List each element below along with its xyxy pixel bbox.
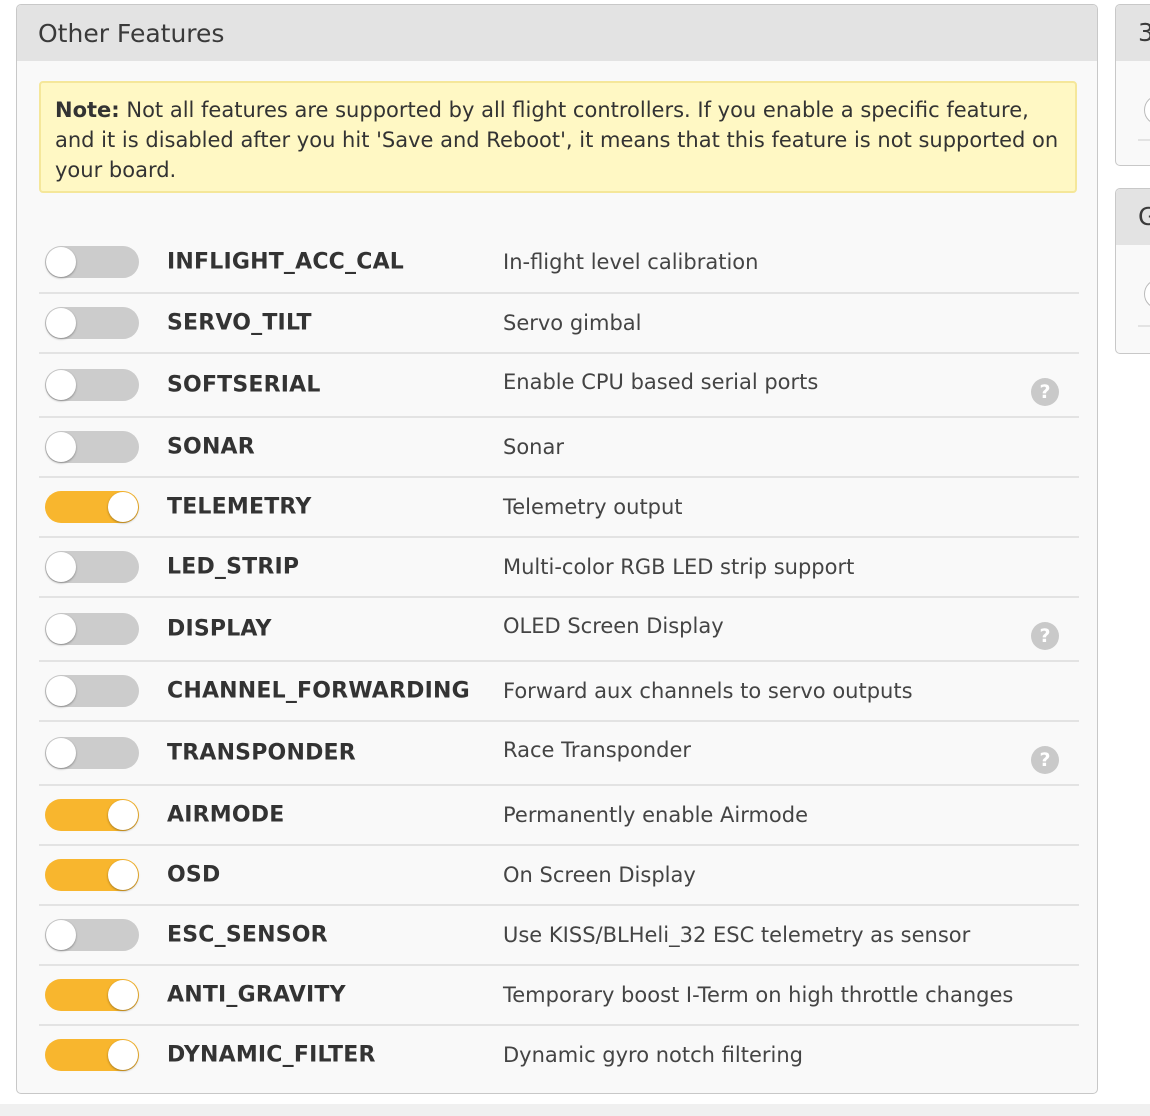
feature-name: INFLIGHT_ACC_CAL <box>167 249 405 275</box>
feature-toggle[interactable] <box>45 919 139 951</box>
feature-name: SERVO_TILT <box>167 310 312 336</box>
feature-description: Permanently enable Airmode <box>503 803 809 827</box>
feature-description: Telemetry output <box>503 495 683 519</box>
side-panel-title: G <box>1116 189 1150 245</box>
feature-toggle[interactable] <box>45 613 139 645</box>
feature-toggle[interactable] <box>45 859 139 891</box>
feature-row: ANTI_GRAVITY Temporary boost I-Term on h… <box>39 964 1079 1024</box>
feature-toggle[interactable] <box>45 737 139 769</box>
feature-row: TRANSPONDER Race Transponder ? <box>39 720 1079 784</box>
feature-name: LED_STRIP <box>167 554 300 580</box>
note-text: Not all features are supported by all fl… <box>55 98 1059 182</box>
help-icon[interactable]: ? <box>1031 378 1059 406</box>
toggle-knob <box>46 247 76 277</box>
toggle-knob <box>46 370 76 400</box>
side-toggle[interactable] <box>1144 95 1150 125</box>
help-icon[interactable]: ? <box>1031 746 1059 774</box>
feature-toggle[interactable] <box>45 979 139 1011</box>
divider <box>1138 325 1150 327</box>
feature-row: DISPLAY OLED Screen Display ? <box>39 596 1079 660</box>
feature-name: TELEMETRY <box>167 494 312 520</box>
feature-description: Dynamic gyro notch filtering <box>503 1043 803 1067</box>
feature-description: On Screen Display <box>503 863 696 887</box>
feature-row: OSD On Screen Display <box>39 844 1079 904</box>
feature-row: TELEMETRY Telemetry output <box>39 476 1079 536</box>
toggle-knob <box>46 614 76 644</box>
feature-description: Temporary boost I-Term on high throttle … <box>503 983 1014 1007</box>
feature-name: OSD <box>167 862 221 888</box>
feature-row: AIRMODE Permanently enable Airmode <box>39 784 1079 844</box>
feature-description: Race Transponder <box>503 738 692 762</box>
feature-description: Forward aux channels to servo outputs <box>503 679 913 703</box>
toggle-knob <box>46 738 76 768</box>
feature-row: ESC_SENSOR Use KISS/BLHeli_32 ESC teleme… <box>39 904 1079 964</box>
feature-description: Sonar <box>503 435 564 459</box>
side-panel-top: 3 <box>1115 4 1150 166</box>
toggle-knob <box>108 860 138 890</box>
feature-toggle[interactable] <box>45 551 139 583</box>
help-icon[interactable]: ? <box>1031 622 1059 650</box>
toggle-knob <box>46 432 76 462</box>
feature-name: SONAR <box>167 434 255 460</box>
feature-toggle[interactable] <box>45 491 139 523</box>
bottom-strip <box>0 1104 1150 1116</box>
feature-description: Servo gimbal <box>503 311 642 335</box>
note-label: Note: <box>55 98 120 122</box>
note-box: Note: Not all features are supported by … <box>39 81 1077 193</box>
side-panel-title: 3 <box>1116 5 1150 61</box>
feature-name: DYNAMIC_FILTER <box>167 1042 376 1068</box>
feature-description: Multi-color RGB LED strip support <box>503 555 855 579</box>
feature-toggle[interactable] <box>45 369 139 401</box>
toggle-knob <box>46 308 76 338</box>
feature-description: OLED Screen Display <box>503 614 724 638</box>
toggle-knob <box>108 800 138 830</box>
feature-description: In-flight level calibration <box>503 250 759 274</box>
feature-row: LED_STRIP Multi-color RGB LED strip supp… <box>39 536 1079 596</box>
feature-toggle[interactable] <box>45 431 139 463</box>
feature-description: Use KISS/BLHeli_32 ESC telemetry as sens… <box>503 923 971 947</box>
feature-toggle[interactable] <box>45 799 139 831</box>
feature-row: INFLIGHT_ACC_CAL In-flight level calibra… <box>39 232 1079 292</box>
feature-name: TRANSPONDER <box>167 740 356 766</box>
feature-toggle[interactable] <box>45 1039 139 1071</box>
feature-name: ESC_SENSOR <box>167 922 328 948</box>
toggle-knob <box>108 1040 138 1070</box>
feature-name: SOFTSERIAL <box>167 372 321 398</box>
side-toggle[interactable] <box>1144 279 1150 309</box>
divider <box>1138 139 1150 141</box>
toggle-knob <box>108 492 138 522</box>
other-features-panel: Other Features Note: Not all features ar… <box>16 4 1098 1094</box>
panel-title: Other Features <box>17 5 1097 61</box>
toggle-knob <box>46 676 76 706</box>
toggle-knob <box>108 980 138 1010</box>
feature-name: AIRMODE <box>167 802 285 828</box>
feature-toggle[interactable] <box>45 246 139 278</box>
feature-row: SONAR Sonar <box>39 416 1079 476</box>
feature-row: SERVO_TILT Servo gimbal <box>39 292 1079 352</box>
feature-list: INFLIGHT_ACC_CAL In-flight level calibra… <box>39 232 1079 1084</box>
feature-name: ANTI_GRAVITY <box>167 982 346 1008</box>
side-panel-bottom: G <box>1115 188 1150 354</box>
feature-name: DISPLAY <box>167 616 272 642</box>
feature-row: SOFTSERIAL Enable CPU based serial ports… <box>39 352 1079 416</box>
feature-row: CHANNEL_FORWARDING Forward aux channels … <box>39 660 1079 720</box>
feature-name: CHANNEL_FORWARDING <box>167 678 470 704</box>
feature-description: Enable CPU based serial ports <box>503 370 819 394</box>
feature-row: DYNAMIC_FILTER Dynamic gyro notch filter… <box>39 1024 1079 1084</box>
toggle-knob <box>46 552 76 582</box>
feature-toggle[interactable] <box>45 307 139 339</box>
toggle-knob <box>46 920 76 950</box>
feature-toggle[interactable] <box>45 675 139 707</box>
